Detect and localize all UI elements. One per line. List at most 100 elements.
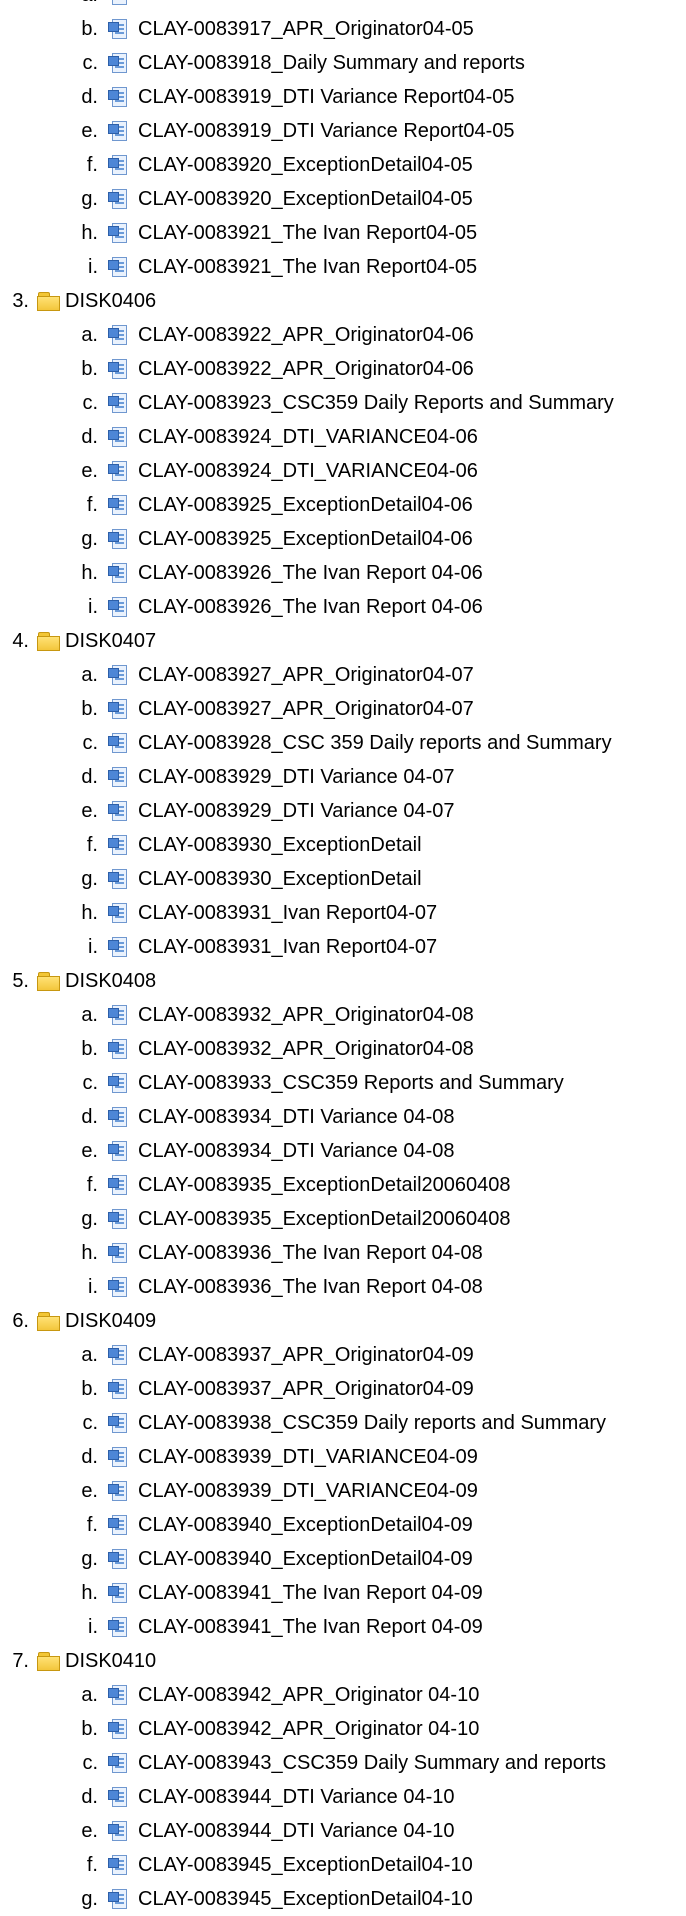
file-item[interactable]: h. CLAY-0083936_The Ivan Report 04-08 — [0, 1236, 686, 1270]
file-item[interactable]: a. CLAY-0083927_APR_Originator04-07 — [0, 658, 686, 692]
file-name[interactable]: CLAY-0083943_CSC359 Daily Summary and re… — [138, 1752, 606, 1775]
file-item[interactable]: h. CLAY-0083931_Ivan Report04-07 — [0, 896, 686, 930]
file-item[interactable]: c. CLAY-0083943_CSC359 Daily Summary and … — [0, 1746, 686, 1780]
folder-item[interactable]: 3. DISK0406 — [0, 284, 686, 318]
file-item[interactable]: d. CLAY-0083934_DTI Variance 04-08 — [0, 1100, 686, 1134]
file-name[interactable]: CLAY-0083931_Ivan Report04-07 — [138, 902, 437, 925]
file-item[interactable]: i. CLAY-0083931_Ivan Report04-07 — [0, 930, 686, 964]
folder-name[interactable]: DISK0408 — [65, 970, 156, 993]
file-item[interactable]: a. — [0, 0, 686, 12]
file-item[interactable]: g. CLAY-0083920_ExceptionDetail04-05 — [0, 182, 686, 216]
file-name[interactable]: CLAY-0083922_APR_Originator04-06 — [138, 324, 474, 347]
folder-item[interactable]: 7. DISK0410 — [0, 1644, 686, 1678]
file-name[interactable]: CLAY-0083918_Daily Summary and reports — [138, 52, 525, 75]
file-item[interactable]: d. CLAY-0083944_DTI Variance 04-10 — [0, 1780, 686, 1814]
file-item[interactable]: g. CLAY-0083945_ExceptionDetail04-10 — [0, 1882, 686, 1916]
file-item[interactable]: g. CLAY-0083935_ExceptionDetail20060408 — [0, 1202, 686, 1236]
file-item[interactable]: e. CLAY-0083924_DTI_VARIANCE04-06 — [0, 454, 686, 488]
file-name[interactable]: CLAY-0083940_ExceptionDetail04-09 — [138, 1548, 473, 1571]
file-item[interactable]: i. CLAY-0083926_The Ivan Report 04-06 — [0, 590, 686, 624]
file-item[interactable]: c. CLAY-0083938_CSC359 Daily reports and … — [0, 1406, 686, 1440]
file-item[interactable]: b. CLAY-0083942_APR_Originator 04-10 — [0, 1712, 686, 1746]
file-name[interactable]: CLAY-0083945_ExceptionDetail04-10 — [138, 1854, 473, 1877]
folder-item[interactable]: 5. DISK0408 — [0, 964, 686, 998]
file-item[interactable]: d. CLAY-0083929_DTI Variance 04-07 — [0, 760, 686, 794]
file-name[interactable]: CLAY-0083919_DTI Variance Report04-05 — [138, 120, 515, 143]
file-name[interactable]: CLAY-0083927_APR_Originator04-07 — [138, 698, 474, 721]
file-item[interactable]: e. CLAY-0083929_DTI Variance 04-07 — [0, 794, 686, 828]
file-name[interactable]: CLAY-0083921_The Ivan Report04-05 — [138, 222, 477, 245]
file-item[interactable]: f. CLAY-0083920_ExceptionDetail04-05 — [0, 148, 686, 182]
file-name[interactable]: CLAY-0083928_CSC 359 Daily reports and S… — [138, 732, 612, 755]
file-name[interactable]: CLAY-0083924_DTI_VARIANCE04-06 — [138, 426, 478, 449]
file-name[interactable]: CLAY-0083944_DTI Variance 04-10 — [138, 1820, 455, 1843]
file-item[interactable]: e. CLAY-0083939_DTI_VARIANCE04-09 — [0, 1474, 686, 1508]
file-name[interactable]: CLAY-0083931_Ivan Report04-07 — [138, 936, 437, 959]
file-item[interactable]: h. CLAY-0083921_The Ivan Report04-05 — [0, 216, 686, 250]
file-name[interactable]: CLAY-0083942_APR_Originator 04-10 — [138, 1718, 479, 1741]
folder-item[interactable]: 4. DISK0407 — [0, 624, 686, 658]
file-item[interactable]: i. CLAY-0083936_The Ivan Report 04-08 — [0, 1270, 686, 1304]
file-name[interactable]: CLAY-0083926_The Ivan Report 04-06 — [138, 562, 483, 585]
file-item[interactable]: c. CLAY-0083923_CSC359 Daily Reports and … — [0, 386, 686, 420]
file-item[interactable]: e. CLAY-0083944_DTI Variance 04-10 — [0, 1814, 686, 1848]
file-name[interactable]: CLAY-0083930_ExceptionDetail — [138, 868, 422, 891]
file-item[interactable]: f. CLAY-0083940_ExceptionDetail04-09 — [0, 1508, 686, 1542]
file-item[interactable]: b. CLAY-0083917_APR_Originator04-05 — [0, 12, 686, 46]
file-name[interactable]: CLAY-0083939_DTI_VARIANCE04-09 — [138, 1446, 478, 1469]
file-name[interactable]: CLAY-0083939_DTI_VARIANCE04-09 — [138, 1480, 478, 1503]
file-item[interactable]: f. CLAY-0083945_ExceptionDetail04-10 — [0, 1848, 686, 1882]
file-item[interactable]: a. CLAY-0083932_APR_Originator04-08 — [0, 998, 686, 1032]
file-item[interactable]: h. CLAY-0083926_The Ivan Report 04-06 — [0, 556, 686, 590]
folder-item[interactable]: 6. DISK0409 — [0, 1304, 686, 1338]
file-item[interactable]: f. CLAY-0083925_ExceptionDetail04-06 — [0, 488, 686, 522]
folder-name[interactable]: DISK0406 — [65, 290, 156, 313]
file-item[interactable]: f. CLAY-0083935_ExceptionDetail20060408 — [0, 1168, 686, 1202]
file-name[interactable]: CLAY-0083932_APR_Originator04-08 — [138, 1004, 474, 1027]
file-item[interactable]: g. CLAY-0083925_ExceptionDetail04-06 — [0, 522, 686, 556]
file-name[interactable]: CLAY-0083945_ExceptionDetail04-10 — [138, 1888, 473, 1911]
file-name[interactable]: CLAY-0083940_ExceptionDetail04-09 — [138, 1514, 473, 1537]
file-name[interactable]: CLAY-0083937_APR_Originator04-09 — [138, 1378, 474, 1401]
file-item[interactable]: c. CLAY-0083933_CSC359 Reports and Summar… — [0, 1066, 686, 1100]
file-item[interactable]: a. CLAY-0083942_APR_Originator 04-10 — [0, 1678, 686, 1712]
file-item[interactable]: b. CLAY-0083922_APR_Originator04-06 — [0, 352, 686, 386]
file-item[interactable]: f. CLAY-0083930_ExceptionDetail — [0, 828, 686, 862]
folder-name[interactable]: DISK0410 — [65, 1650, 156, 1673]
file-name[interactable]: CLAY-0083936_The Ivan Report 04-08 — [138, 1276, 483, 1299]
file-item[interactable]: a. CLAY-0083937_APR_Originator04-09 — [0, 1338, 686, 1372]
file-name[interactable]: CLAY-0083927_APR_Originator04-07 — [138, 664, 474, 687]
file-item[interactable]: d. CLAY-0083924_DTI_VARIANCE04-06 — [0, 420, 686, 454]
file-name[interactable]: CLAY-0083925_ExceptionDetail04-06 — [138, 494, 473, 517]
file-item[interactable]: b. CLAY-0083927_APR_Originator04-07 — [0, 692, 686, 726]
file-name[interactable]: CLAY-0083936_The Ivan Report 04-08 — [138, 1242, 483, 1265]
file-name[interactable]: CLAY-0083917_APR_Originator04-05 — [138, 18, 474, 41]
file-name[interactable]: CLAY-0083920_ExceptionDetail04-05 — [138, 154, 473, 177]
file-name[interactable]: CLAY-0083923_CSC359 Daily Reports and Su… — [138, 392, 614, 415]
file-name[interactable]: CLAY-0083935_ExceptionDetail20060408 — [138, 1174, 511, 1197]
file-name[interactable]: CLAY-0083926_The Ivan Report 04-06 — [138, 596, 483, 619]
file-item[interactable]: i. CLAY-0083941_The Ivan Report 04-09 — [0, 1610, 686, 1644]
file-name[interactable]: CLAY-0083942_APR_Originator 04-10 — [138, 1684, 479, 1707]
file-name[interactable]: CLAY-0083935_ExceptionDetail20060408 — [138, 1208, 511, 1231]
file-name[interactable]: CLAY-0083925_ExceptionDetail04-06 — [138, 528, 473, 551]
file-item[interactable]: c. CLAY-0083928_CSC 359 Daily reports and… — [0, 726, 686, 760]
file-item[interactable]: e. CLAY-0083934_DTI Variance 04-08 — [0, 1134, 686, 1168]
file-name[interactable]: CLAY-0083932_APR_Originator04-08 — [138, 1038, 474, 1061]
file-name[interactable]: CLAY-0083944_DTI Variance 04-10 — [138, 1786, 455, 1809]
file-name[interactable]: CLAY-0083933_CSC359 Reports and Summary — [138, 1072, 564, 1095]
file-item[interactable]: c. CLAY-0083918_Daily Summary and reports — [0, 46, 686, 80]
file-item[interactable]: e. CLAY-0083919_DTI Variance Report04-05 — [0, 114, 686, 148]
folder-name[interactable]: DISK0407 — [65, 630, 156, 653]
file-name[interactable]: CLAY-0083919_DTI Variance Report04-05 — [138, 86, 515, 109]
file-item[interactable]: i. CLAY-0083921_The Ivan Report04-05 — [0, 250, 686, 284]
file-name[interactable]: CLAY-0083941_The Ivan Report 04-09 — [138, 1616, 483, 1639]
file-name[interactable]: CLAY-0083920_ExceptionDetail04-05 — [138, 188, 473, 211]
file-item[interactable]: h. CLAY-0083941_The Ivan Report 04-09 — [0, 1576, 686, 1610]
file-name[interactable]: CLAY-0083929_DTI Variance 04-07 — [138, 766, 455, 789]
file-name[interactable]: CLAY-0083929_DTI Variance 04-07 — [138, 800, 455, 823]
file-item[interactable]: g. CLAY-0083930_ExceptionDetail — [0, 862, 686, 896]
file-item[interactable]: d. CLAY-0083939_DTI_VARIANCE04-09 — [0, 1440, 686, 1474]
file-name[interactable]: CLAY-0083934_DTI Variance 04-08 — [138, 1106, 455, 1129]
folder-name[interactable]: DISK0409 — [65, 1310, 156, 1333]
